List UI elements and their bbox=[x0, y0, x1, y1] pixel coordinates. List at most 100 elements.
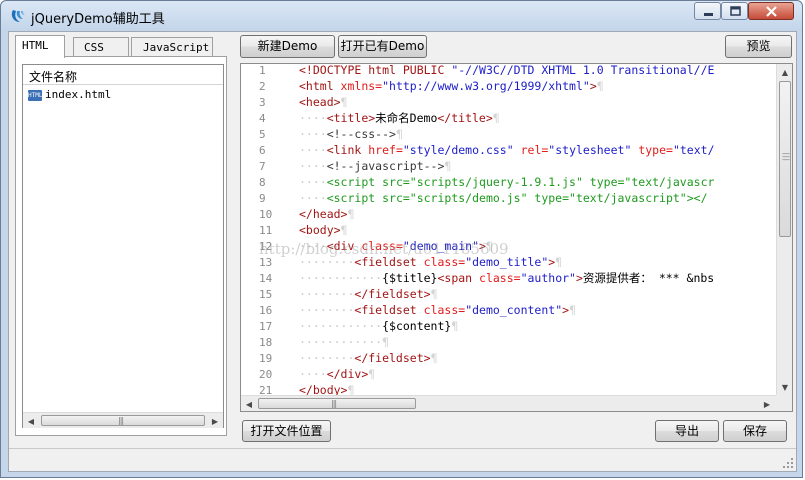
code-token: ¶ bbox=[451, 319, 459, 333]
open-file-location-button[interactable]: 打开文件位置 bbox=[242, 420, 331, 442]
scroll-down-icon[interactable]: ▼ bbox=[777, 379, 792, 395]
code-editor[interactable]: 1 2 3 4 5 6 7 8 9 10 11 12 13 14 15 16 17 18 19 20 21 <!DOCT… bbox=[240, 63, 793, 412]
code-token: ········ bbox=[299, 351, 355, 365]
code-token: </title> bbox=[437, 111, 493, 125]
scroll-left-icon[interactable]: ◀ bbox=[23, 413, 39, 429]
code-token: <fieldset bbox=[354, 303, 424, 317]
code-line[interactable]: ····<link href="style/demo.css" rel="sty… bbox=[299, 142, 715, 158]
resize-grip-icon[interactable] bbox=[782, 457, 794, 469]
code-token: </body> bbox=[299, 383, 348, 395]
save-button[interactable]: 保存 bbox=[723, 420, 787, 442]
close-icon bbox=[766, 6, 777, 17]
code-line[interactable]: ····<script src="scripts/jquery-1.9.1.js… bbox=[299, 174, 714, 190]
code-token: > bbox=[575, 271, 583, 285]
line-number: 4 bbox=[259, 112, 266, 125]
code-token: ············ bbox=[299, 271, 383, 285]
tab-html[interactable]: HTML bbox=[15, 35, 65, 58]
code-line[interactable]: </body>¶ bbox=[299, 382, 354, 395]
code-token: <!--javascript--> bbox=[326, 159, 445, 173]
code-token: </fieldset> bbox=[354, 351, 431, 365]
scroll-right-icon[interactable]: ▶ bbox=[207, 413, 223, 429]
code-line[interactable]: ····<title>未命名Demo</title>¶ bbox=[299, 110, 500, 126]
horizontal-scrollbar-thumb[interactable]: ||| bbox=[258, 398, 416, 409]
line-number: 8 bbox=[259, 176, 266, 189]
line-number: 3 bbox=[259, 96, 266, 109]
tab-javascript[interactable]: JavaScript bbox=[131, 37, 213, 57]
code-token: ¶ bbox=[340, 223, 348, 237]
grip-icon: ||| bbox=[118, 416, 124, 425]
scrollbar-corner bbox=[776, 395, 792, 411]
code-token: ¶ bbox=[340, 95, 348, 109]
code-line[interactable]: <head>¶ bbox=[299, 94, 347, 110]
code-line[interactable]: ········</fieldset>¶ bbox=[299, 350, 438, 366]
close-button[interactable] bbox=[748, 2, 794, 20]
code-line[interactable]: ············{$content}¶ bbox=[299, 318, 458, 334]
code-token: "stylesheet" bbox=[548, 143, 632, 157]
code-line[interactable]: <body>¶ bbox=[299, 222, 347, 238]
code-token: "style/demo.css" bbox=[402, 143, 514, 157]
code-line[interactable]: ····<script src="scripts/demo.js" type="… bbox=[299, 190, 708, 206]
code-token: <!--css--> bbox=[326, 127, 396, 141]
code-line[interactable]: ····</div>¶ bbox=[299, 366, 375, 382]
code-token: type= bbox=[638, 143, 673, 157]
code-area[interactable]: 1 2 3 4 5 6 7 8 9 10 11 12 13 14 15 16 17 18 19 20 21 <!DOCT… bbox=[241, 64, 776, 395]
code-token: <head> bbox=[299, 95, 341, 109]
code-token: xmlns= bbox=[340, 79, 383, 93]
code-token: ¶ bbox=[368, 367, 376, 381]
new-demo-button[interactable]: 新建Demo bbox=[240, 35, 335, 58]
code-token: ¶ bbox=[596, 79, 604, 93]
tab-css[interactable]: CSS bbox=[73, 37, 129, 57]
file-item-index-html[interactable]: HTML index.html bbox=[28, 88, 111, 102]
code-token: class= bbox=[479, 271, 521, 285]
file-item-label: index.html bbox=[45, 88, 112, 101]
code-token: 资源提供者： *** &nbs bbox=[582, 271, 715, 285]
code-token: </head> bbox=[299, 207, 348, 221]
html-file-icon: HTML bbox=[28, 89, 43, 101]
line-number: 9 bbox=[259, 192, 266, 205]
scroll-right-icon[interactable]: ▶ bbox=[759, 396, 775, 411]
code-token: "author" bbox=[520, 271, 576, 285]
vertical-scrollbar-thumb[interactable]: — — — bbox=[779, 81, 791, 237]
code-token: ¶ bbox=[347, 207, 355, 221]
code-token: > bbox=[589, 79, 597, 93]
code-token: ¶ bbox=[382, 335, 390, 349]
code-line[interactable]: ············{$title}<span class="author"… bbox=[299, 270, 714, 286]
line-number: 5 bbox=[259, 128, 266, 141]
code-line[interactable]: <html xmlns="http://www.w3.org/1999/xhtm… bbox=[299, 78, 604, 94]
code-token: ············ bbox=[299, 335, 383, 349]
code-line[interactable]: ········</fieldset>¶ bbox=[299, 286, 438, 302]
code-token: href= bbox=[368, 143, 403, 157]
code-token: ············ bbox=[299, 319, 383, 333]
editor-horizontal-scrollbar[interactable]: ◀ ||| ▶ bbox=[241, 395, 776, 411]
maximize-icon bbox=[730, 6, 741, 16]
file-list-horizontal-scrollbar[interactable]: ◀ ||| ▶ bbox=[23, 412, 223, 428]
maximize-button[interactable] bbox=[721, 2, 748, 20]
code-token: "demo_content" bbox=[465, 303, 563, 317]
line-number: 16 bbox=[259, 304, 273, 317]
code-token: </fieldset> bbox=[354, 287, 431, 301]
file-list-header[interactable]: 文件名称 bbox=[23, 65, 223, 85]
title-bar[interactable]: jQueryDemo辅助工具 bbox=[1, 1, 802, 31]
scrollbar-thumb[interactable]: ||| bbox=[41, 415, 205, 426]
file-list[interactable]: 文件名称 HTML index.html ◀ ||| ▶ bbox=[22, 64, 224, 428]
code-token: <!DOCTYPE html PUBLIC bbox=[299, 64, 452, 77]
open-demo-button[interactable]: 打开已有Demo bbox=[338, 35, 427, 58]
code-line[interactable]: ········<fieldset class="demo_content">¶ bbox=[299, 302, 576, 318]
code-line[interactable]: <!DOCTYPE html PUBLIC "-//W3C//DTD XHTML… bbox=[299, 64, 714, 78]
scroll-left-icon[interactable]: ◀ bbox=[241, 396, 257, 411]
code-line[interactable]: ····<!--css-->¶ bbox=[299, 126, 403, 142]
code-token: ···· bbox=[299, 191, 327, 205]
code-token: ···· bbox=[299, 175, 327, 189]
code-line[interactable]: ············¶ bbox=[299, 334, 389, 350]
line-number: 14 bbox=[259, 272, 273, 285]
line-number: 21 bbox=[259, 384, 273, 395]
preview-button[interactable]: 预览 bbox=[725, 35, 792, 58]
code-line[interactable]: ····<!--javascript-->¶ bbox=[299, 158, 451, 174]
export-button[interactable]: 导出 bbox=[655, 420, 719, 442]
scroll-up-icon[interactable]: ▲ bbox=[777, 64, 792, 80]
editor-vertical-scrollbar[interactable]: ▲ — — — ▼ bbox=[776, 64, 792, 395]
minimize-button[interactable] bbox=[694, 2, 721, 20]
client-area: HTML CSS JavaScript 文件名称 HTML index.html … bbox=[8, 31, 797, 472]
code-line[interactable]: </head>¶ bbox=[299, 206, 354, 222]
